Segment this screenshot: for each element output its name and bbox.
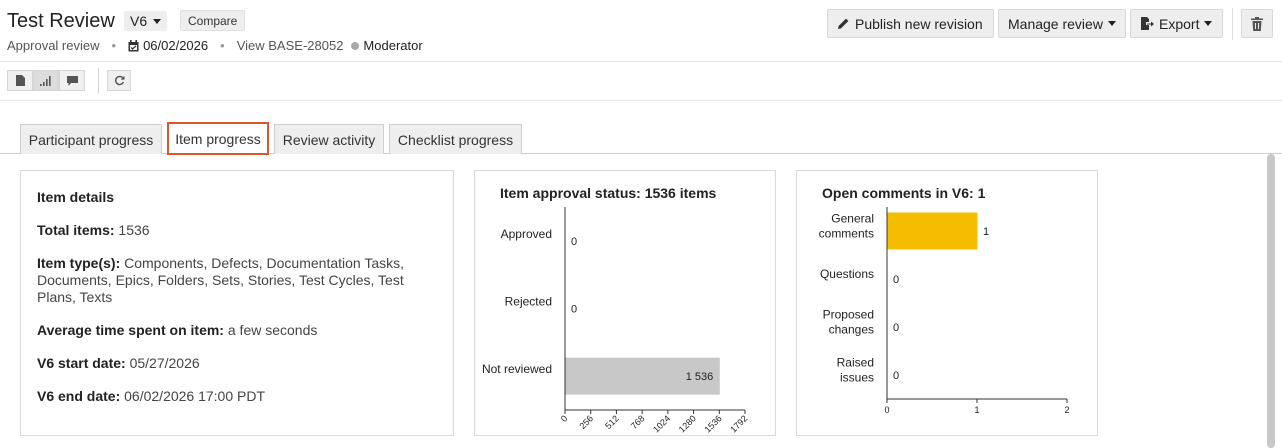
category-label: Questions	[820, 267, 874, 281]
compare-button[interactable]: Compare	[180, 10, 246, 31]
open-comments-chart: 0 1 2 Generalcomments 1 Questions 0 Proposedcha…	[819, 207, 1070, 415]
comment-icon	[66, 75, 78, 86]
document-view-button[interactable]	[7, 70, 33, 91]
bar-value-label: 0	[893, 322, 899, 334]
scrollbar-thumb[interactable]	[1267, 154, 1275, 448]
total-items-row: Total items: 1536	[37, 222, 150, 239]
category-label: Rejected	[505, 295, 552, 309]
refresh-icon	[114, 75, 124, 86]
date-text: 06/02/2026	[143, 38, 209, 53]
total-items-value: 1536	[118, 222, 150, 238]
tab-checklist-progress[interactable]: Checklist progress	[389, 124, 522, 154]
end-date-value: 06/02/2026 17:00 PDT	[124, 388, 266, 404]
comments-chart-panel: Open comments in V6: 1 0 1 2 General comment…	[796, 170, 1098, 436]
category-label: Approved	[501, 227, 552, 241]
details-heading: Item details	[37, 189, 115, 205]
total-items-label: Total items:	[37, 222, 115, 238]
page-title: Test Review	[7, 10, 115, 32]
divider	[1232, 8, 1233, 40]
view-toolbar	[0, 62, 1282, 101]
stats-view-button[interactable]	[33, 70, 59, 91]
x-tick-label: 1	[974, 405, 979, 415]
end-date-label: V6 end date:	[37, 388, 121, 404]
approval-chart-panel: Item approval status: 1536 items 0 256 512…	[474, 170, 776, 436]
review-meta: Approval review • 06/02/2026 • View BASE…	[7, 38, 423, 53]
tab-participant-progress[interactable]: Participant progress	[20, 124, 162, 154]
avg-time-row: Average time spent on item: a few second…	[37, 322, 317, 339]
bar-chart-icon	[40, 75, 51, 86]
item-details-panel: Item details Total items: 1536 Item type…	[20, 170, 454, 436]
category-label: Proposed	[823, 308, 874, 322]
separator-dot: •	[111, 38, 117, 53]
delete-button[interactable]	[1241, 9, 1273, 38]
approval-status-chart: 0 256 512 768 1024 1280 1536 1792 Approved 0 Rejec…	[482, 207, 749, 435]
version-label: V6	[130, 13, 148, 29]
x-tick-label: 256	[577, 413, 595, 431]
start-date-row: V6 start date: 05/27/2026	[37, 355, 200, 372]
status-dot-icon	[351, 41, 360, 50]
review-date: 06/02/2026	[128, 38, 208, 53]
end-date-row: V6 end date: 06/02/2026 17:00 PDT	[37, 388, 265, 405]
view-mode-group	[7, 70, 85, 91]
export-icon	[1141, 17, 1154, 30]
x-tick-label: 512	[603, 413, 621, 431]
calendar-icon	[128, 39, 139, 51]
x-tick-label: 0	[559, 413, 570, 424]
item-types-label: Item type(s):	[37, 255, 121, 271]
progress-tabs: Participant progress Item progress Revie…	[0, 120, 1282, 155]
bar-value-label: 0	[571, 304, 577, 316]
x-tick-label: 768	[629, 413, 647, 431]
export-label: Export	[1159, 15, 1200, 32]
bar-value-label: 0	[893, 370, 899, 382]
comments-view-button[interactable]	[59, 70, 85, 91]
chart-bar	[887, 212, 978, 250]
vertical-scrollbar[interactable]	[1266, 154, 1276, 448]
category-label: Raised	[837, 356, 874, 370]
x-tick-label: 2	[1064, 405, 1069, 415]
bar-value-label: 0	[893, 274, 899, 286]
x-tick-label: 0	[884, 405, 889, 415]
bar-value-label: 1 536	[686, 371, 714, 383]
bar-value-label: 0	[571, 236, 577, 248]
manage-label: Manage review	[1008, 15, 1103, 32]
view-link[interactable]: View BASE-28052	[237, 38, 344, 53]
pencil-icon	[838, 18, 849, 29]
x-tick-label: 1536	[702, 413, 723, 434]
chevron-down-icon	[153, 18, 162, 24]
tab-review-activity[interactable]: Review activity	[274, 124, 384, 154]
chevron-down-icon	[1107, 21, 1116, 26]
refresh-button[interactable]	[107, 70, 131, 91]
category-label: Not reviewed	[482, 362, 552, 376]
avg-time-label: Average time spent on item:	[37, 322, 224, 338]
review-type: Approval review	[7, 38, 100, 53]
separator-dot: •	[220, 38, 225, 53]
chevron-down-icon	[1204, 21, 1213, 26]
category-label: General	[831, 212, 874, 226]
start-date-value: 05/27/2026	[129, 355, 200, 371]
role-label: Moderator	[363, 38, 423, 53]
category-label: issues	[840, 371, 874, 385]
x-tick-label: 1280	[677, 413, 698, 434]
category-label: changes	[829, 323, 874, 337]
document-icon	[15, 75, 25, 86]
item-types-row: Item type(s): Components, Defects, Docum…	[37, 255, 437, 306]
avg-time-value: a few seconds	[227, 322, 318, 338]
tab-item-progress[interactable]: Item progress	[167, 122, 269, 155]
start-date-label: V6 start date:	[37, 355, 126, 371]
x-tick-label: 1792	[728, 413, 749, 434]
category-label: comments	[819, 227, 874, 241]
toolbar-divider	[98, 68, 99, 94]
manage-review-button[interactable]: Manage review	[998, 9, 1126, 38]
publish-revision-button[interactable]: Publish new revision	[827, 9, 994, 38]
bar-value-label: 1	[983, 226, 989, 238]
review-header: Test Review V6 Compare Approval review •…	[0, 0, 1282, 62]
trash-icon	[1251, 16, 1263, 31]
publish-label: Publish new revision	[855, 15, 983, 32]
export-button[interactable]: Export	[1130, 9, 1223, 38]
x-tick-label: 1024	[651, 413, 672, 434]
version-dropdown[interactable]: V6	[124, 11, 168, 31]
